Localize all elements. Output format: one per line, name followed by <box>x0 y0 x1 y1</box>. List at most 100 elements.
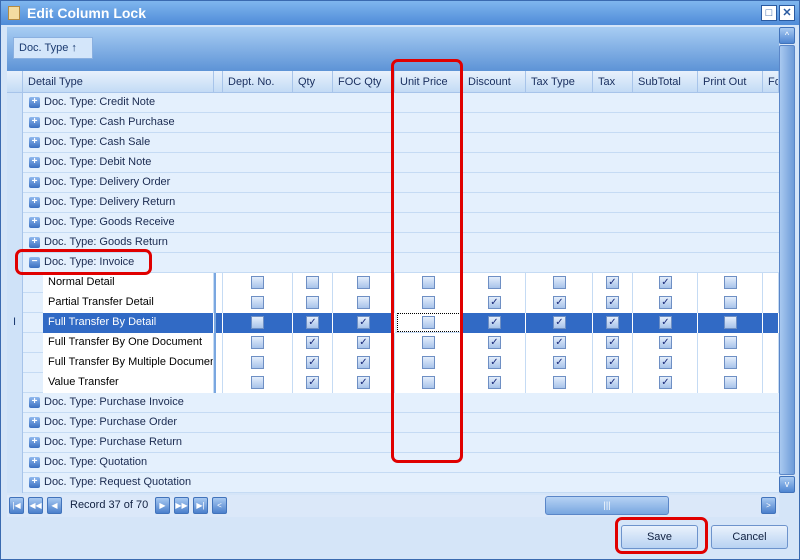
detail-row[interactable]: Full Transfer By One Document ✓ ✓ ✓ ✓ ✓ ✓ <box>7 333 779 353</box>
unchecked-checkbox[interactable] <box>251 376 264 389</box>
checkbox-cell[interactable] <box>698 273 763 293</box>
column-header[interactable]: Print Out <box>698 71 763 93</box>
detail-type-cell[interactable]: Normal Detail <box>43 273 214 293</box>
next-record-button[interactable]: ▶ <box>155 497 170 514</box>
checkbox-cell[interactable] <box>526 373 593 393</box>
checked-checkbox[interactable]: ✓ <box>659 376 672 389</box>
checked-checkbox[interactable]: ✓ <box>488 336 501 349</box>
checkbox-cell[interactable]: ✓ <box>593 293 633 313</box>
group-row[interactable]: + Doc. Type: Quotation <box>7 453 779 473</box>
scroll-down-button[interactable]: v <box>779 476 795 493</box>
checkbox-cell[interactable] <box>223 333 293 353</box>
group-row[interactable]: + Doc. Type: Debit Note <box>7 153 779 173</box>
checkbox-cell[interactable]: ✓ <box>463 313 526 333</box>
unchecked-checkbox[interactable] <box>251 336 264 349</box>
expand-icon[interactable]: + <box>29 417 40 428</box>
checked-checkbox[interactable]: ✓ <box>553 296 566 309</box>
checkbox-cell[interactable]: ✓ <box>526 293 593 313</box>
unchecked-checkbox[interactable] <box>724 276 737 289</box>
checked-checkbox[interactable]: ✓ <box>488 316 501 329</box>
unchecked-checkbox[interactable] <box>251 316 264 329</box>
unchecked-checkbox[interactable] <box>422 336 435 349</box>
unchecked-checkbox[interactable] <box>724 336 737 349</box>
checkbox-cell[interactable] <box>223 373 293 393</box>
checkbox-cell[interactable] <box>698 313 763 333</box>
group-label[interactable]: + Doc. Type: Purchase Order <box>29 413 177 433</box>
expand-icon[interactable]: + <box>29 457 40 468</box>
unchecked-checkbox[interactable] <box>251 296 264 309</box>
checked-checkbox[interactable]: ✓ <box>606 296 619 309</box>
checkbox-cell[interactable] <box>526 273 593 293</box>
checkbox-cell[interactable]: ✓ <box>333 313 395 333</box>
scroll-up-button[interactable]: ^ <box>779 27 795 44</box>
column-header[interactable]: SubTotal <box>633 71 698 93</box>
group-row[interactable]: + Doc. Type: Goods Return <box>7 233 779 253</box>
group-label[interactable]: + Doc. Type: Debit Note <box>29 153 151 173</box>
unchecked-checkbox[interactable] <box>422 356 435 369</box>
checked-checkbox[interactable]: ✓ <box>606 356 619 369</box>
checkbox-cell[interactable] <box>333 273 395 293</box>
checked-checkbox[interactable]: ✓ <box>553 356 566 369</box>
checked-checkbox[interactable]: ✓ <box>659 316 672 329</box>
expand-icon[interactable]: + <box>29 97 40 108</box>
column-header[interactable]: FOC Qty <box>333 71 395 93</box>
checked-checkbox[interactable]: ✓ <box>659 296 672 309</box>
collapse-icon[interactable]: − <box>29 257 40 268</box>
checkbox-cell[interactable]: ✓ <box>463 333 526 353</box>
detail-row[interactable]: Partial Transfer Detail ✓ ✓ ✓ ✓ <box>7 293 779 313</box>
checkbox-cell[interactable]: ✓ <box>593 273 633 293</box>
next-page-button[interactable]: ▶▶ <box>174 497 189 514</box>
column-header[interactable]: Detail Type <box>23 71 214 93</box>
cancel-button[interactable]: Cancel <box>711 525 788 549</box>
unchecked-checkbox[interactable] <box>724 296 737 309</box>
group-row[interactable]: + Doc. Type: Cash Sale <box>7 133 779 153</box>
checkbox-cell[interactable] <box>395 313 463 333</box>
detail-type-cell[interactable]: Full Transfer By One Document <box>43 333 214 353</box>
checkbox-cell[interactable]: ✓ <box>333 333 395 353</box>
column-header[interactable]: Unit Price <box>395 71 463 93</box>
unchecked-checkbox[interactable] <box>488 276 501 289</box>
prev-record-button[interactable]: ◀ <box>47 497 62 514</box>
checkbox-cell[interactable]: ✓ <box>333 373 395 393</box>
unchecked-checkbox[interactable] <box>357 276 370 289</box>
unchecked-checkbox[interactable] <box>306 296 319 309</box>
checkbox-cell[interactable]: ✓ <box>293 373 333 393</box>
group-row[interactable]: + Doc. Type: Delivery Order <box>7 173 779 193</box>
expand-icon[interactable]: + <box>29 217 40 228</box>
checked-checkbox[interactable]: ✓ <box>306 316 319 329</box>
column-header[interactable]: Fo <box>763 71 779 93</box>
prev-page-button[interactable]: ◀◀ <box>28 497 43 514</box>
group-row[interactable]: + Doc. Type: Purchase Return <box>7 433 779 453</box>
checked-checkbox[interactable]: ✓ <box>357 336 370 349</box>
checkbox-cell[interactable] <box>698 353 763 373</box>
checked-checkbox[interactable]: ✓ <box>357 356 370 369</box>
group-chip-doc-type[interactable]: Doc. Type ↑ <box>13 37 93 59</box>
unchecked-checkbox[interactable] <box>422 316 435 329</box>
checked-checkbox[interactable]: ✓ <box>306 376 319 389</box>
maximize-button[interactable]: □ <box>761 5 777 21</box>
checkbox-cell[interactable] <box>395 273 463 293</box>
checkbox-cell[interactable]: ✓ <box>293 333 333 353</box>
checkbox-cell[interactable]: ✓ <box>593 373 633 393</box>
group-row[interactable]: + Doc. Type: Request Quotation <box>7 473 779 493</box>
checked-checkbox[interactable]: ✓ <box>488 356 501 369</box>
checkbox-cell[interactable]: ✓ <box>633 293 698 313</box>
checkbox-cell[interactable] <box>223 313 293 333</box>
checkbox-cell[interactable] <box>395 373 463 393</box>
expand-icon[interactable]: + <box>29 477 40 488</box>
unchecked-checkbox[interactable] <box>724 356 737 369</box>
checkbox-cell[interactable] <box>395 333 463 353</box>
unchecked-checkbox[interactable] <box>422 376 435 389</box>
group-row[interactable]: + Doc. Type: Purchase Invoice <box>7 393 779 413</box>
first-record-button[interactable]: |◀ <box>9 497 24 514</box>
group-row[interactable]: + Doc. Type: Purchase Order <box>7 413 779 433</box>
checkbox-cell[interactable]: ✓ <box>526 333 593 353</box>
detail-row[interactable]: I Full Transfer By Detail ✓ ✓ ✓ ✓ ✓ ✓ <box>7 313 779 333</box>
group-label[interactable]: + Doc. Type: Request Quotation <box>29 473 191 493</box>
detail-type-cell[interactable]: Full Transfer By Multiple Document <box>43 353 214 373</box>
detail-type-cell[interactable]: Value Transfer <box>43 373 214 393</box>
group-label[interactable]: + Doc. Type: Goods Receive <box>29 213 175 233</box>
detail-row[interactable]: Normal Detail ✓ ✓ <box>7 273 779 293</box>
checkbox-cell[interactable]: ✓ <box>593 313 633 333</box>
expand-icon[interactable]: + <box>29 437 40 448</box>
